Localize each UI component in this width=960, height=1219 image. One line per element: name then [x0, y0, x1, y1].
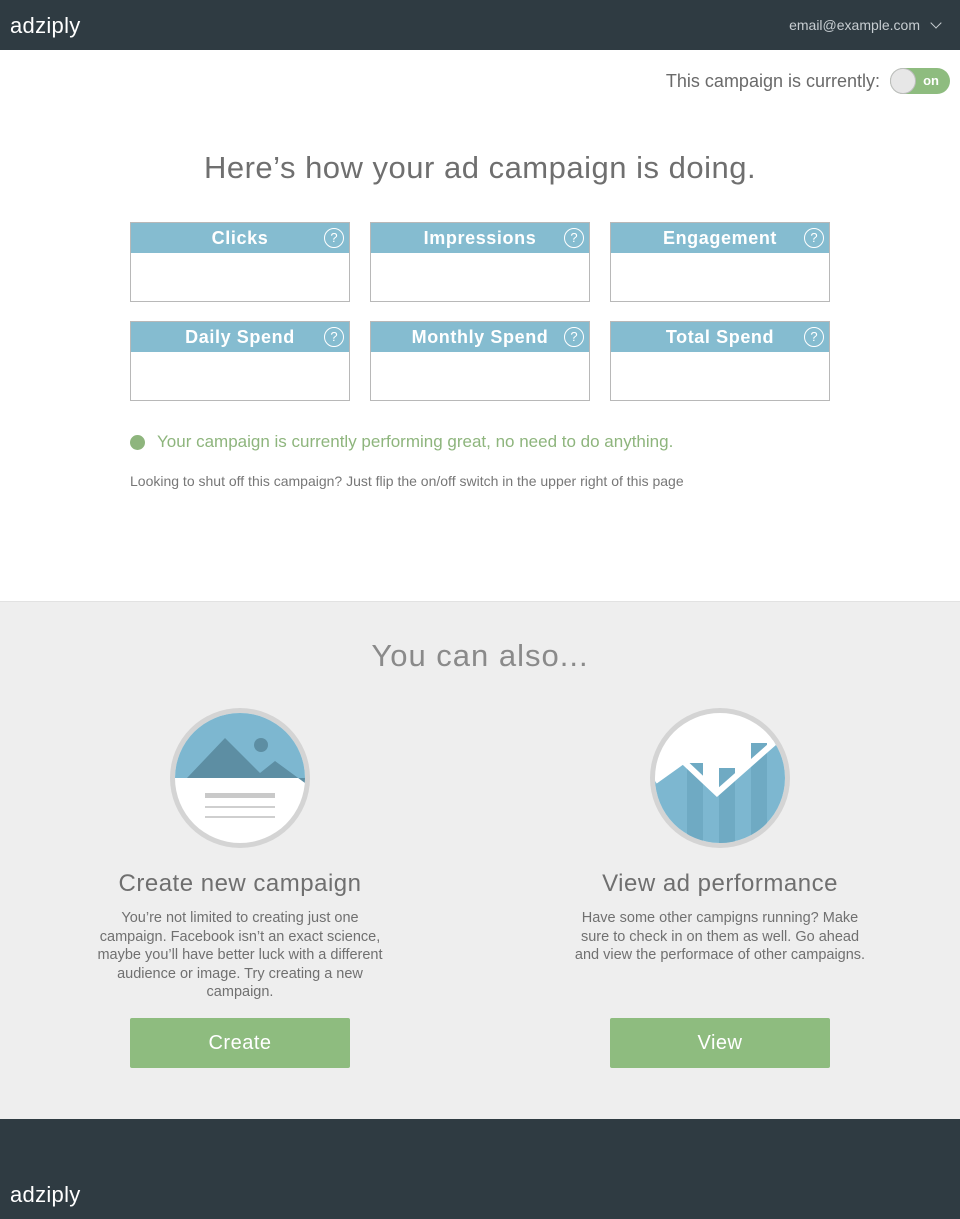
chevron-down-icon[interactable]	[930, 16, 942, 29]
metric-label: Impressions	[423, 228, 537, 248]
create-campaign-description: You’re not limited to creating just one …	[97, 910, 383, 1001]
metric-card-header: Clicks ?	[131, 223, 349, 253]
create-campaign-title: Create new campaign	[118, 870, 362, 897]
view-performance-description: Have some other campigns running? Make s…	[574, 910, 866, 964]
metric-card-clicks: Clicks ?	[130, 222, 350, 302]
account-menu[interactable]: email@example.com	[789, 16, 942, 33]
create-button[interactable]: Create	[130, 1018, 350, 1068]
metric-card-header: Impressions ?	[371, 223, 589, 253]
metric-card-daily-spend: Daily Spend ?	[130, 321, 350, 401]
campaign-on-off-toggle[interactable]: on	[890, 68, 950, 94]
toggle-knob[interactable]	[890, 68, 916, 94]
performance-message: Your campaign is currently performing gr…	[157, 432, 674, 451]
view-performance-title: View ad performance	[602, 870, 838, 897]
line-chart-icon	[650, 708, 790, 848]
metric-label: Engagement	[662, 228, 778, 248]
help-icon[interactable]: ?	[804, 327, 824, 347]
metric-card-header: Engagement ?	[611, 223, 829, 253]
metric-card-engagement: Engagement ?	[610, 222, 830, 302]
account-email[interactable]: email@example.com	[789, 17, 920, 33]
metric-card-impressions: Impressions ?	[370, 222, 590, 302]
metric-card-total-spend: Total Spend ?	[610, 321, 830, 401]
help-icon[interactable]: ?	[564, 327, 584, 347]
section-title: You can also...	[371, 638, 589, 673]
help-icon[interactable]: ?	[564, 228, 584, 248]
view-button[interactable]: View	[610, 1018, 830, 1068]
metric-label: Total Spend	[665, 327, 775, 347]
toggle-state-text: on	[923, 73, 939, 88]
metric-label: Monthly Spend	[411, 327, 549, 347]
image-placeholder-icon	[170, 708, 310, 848]
you-can-also-section: You can also... Create new campaign You’…	[0, 601, 960, 1119]
footer-logo[interactable]: adziply	[10, 1182, 81, 1208]
help-icon[interactable]: ?	[324, 228, 344, 248]
top-nav-bar: adziply email@example.com	[0, 0, 960, 50]
metric-card-header: Total Spend ?	[611, 322, 829, 352]
metric-label: Clicks	[211, 228, 269, 248]
metric-card-monthly-spend: Monthly Spend ?	[370, 321, 590, 401]
footer: adziply	[0, 1119, 960, 1219]
performance-status: Your campaign is currently performing gr…	[130, 432, 673, 452]
metric-card-header: Daily Spend ?	[131, 322, 349, 352]
help-icon[interactable]: ?	[324, 327, 344, 347]
metric-label: Daily Spend	[185, 327, 295, 347]
campaign-status-row: This campaign is currently: on	[666, 68, 950, 94]
shutoff-hint: Looking to shut off this campaign? Just …	[130, 473, 684, 489]
app-logo[interactable]: adziply	[10, 13, 81, 39]
metric-card-header: Monthly Spend ?	[371, 322, 589, 352]
status-dot-icon	[130, 434, 145, 450]
page-headline: Here’s how your ad campaign is doing.	[203, 150, 757, 185]
campaign-status-label: This campaign is currently:	[665, 70, 880, 91]
help-icon[interactable]: ?	[804, 228, 824, 248]
